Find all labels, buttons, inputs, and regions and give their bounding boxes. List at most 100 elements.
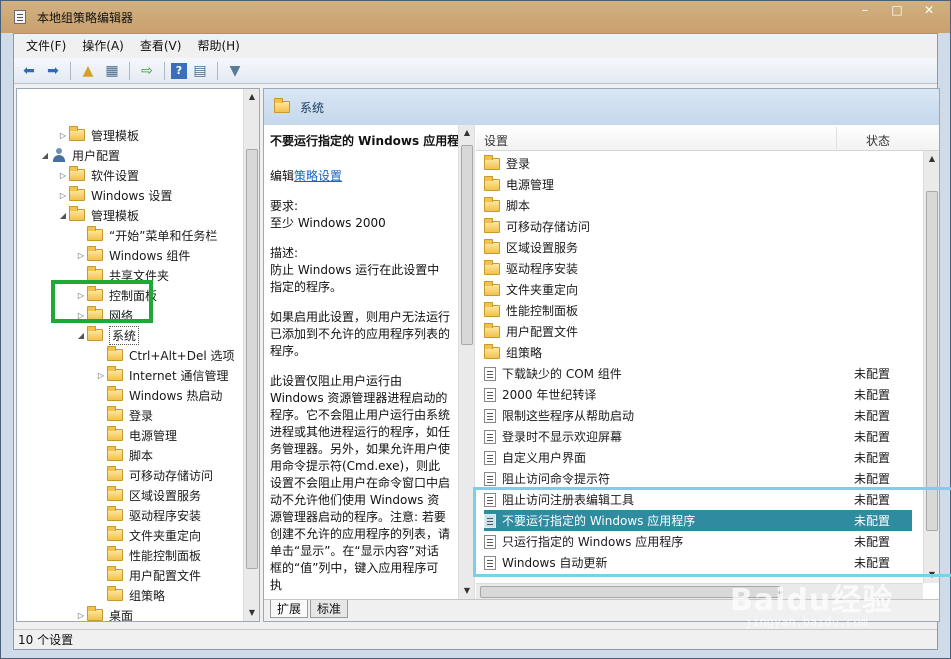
tree-item[interactable]: 组策略: [95, 585, 165, 605]
export-list-icon[interactable]: ⇨: [136, 61, 158, 81]
tree-item[interactable]: 电源管理: [95, 425, 177, 445]
folder-row[interactable]: 驱动程序安装: [484, 258, 912, 279]
policy-setting-icon: [484, 471, 496, 486]
description: 描述: 防止 Windows 运行在此设置中指定的程序。: [270, 245, 450, 296]
expand-arrow-icon[interactable]: ▷: [95, 371, 107, 380]
folder-icon: [484, 175, 500, 191]
expand-arrow-icon[interactable]: ◢: [75, 331, 87, 340]
column-divider[interactable]: [836, 127, 837, 149]
filter-icon[interactable]: ▼: [224, 61, 246, 81]
scroll-up-icon[interactable]: ▲: [459, 125, 474, 141]
folder-icon: [69, 126, 85, 141]
title-bar[interactable]: 本地组策略编辑器 – □ ✕: [1, 1, 950, 33]
row-name: 登录时不显示欢迎屏幕: [502, 430, 623, 444]
setting-row[interactable]: 登录时不显示欢迎屏幕 未配置: [484, 426, 912, 447]
tab-standard[interactable]: 标准: [310, 600, 349, 618]
row-name: 用户配置文件: [506, 325, 579, 339]
expand-arrow-icon[interactable]: ▷: [57, 131, 69, 140]
tree-item[interactable]: ▷ 桌面: [75, 605, 133, 621]
tree-item[interactable]: “开始”菜单和任务栏: [75, 225, 217, 245]
row-name: 阻止访问命令提示符: [502, 472, 611, 486]
menu-help[interactable]: 帮助(H): [189, 34, 247, 58]
tree-scroll-thumb[interactable]: [246, 149, 258, 569]
tree-item[interactable]: ◢ 系统: [75, 325, 140, 345]
tree-item[interactable]: 驱动程序安装: [95, 505, 201, 525]
column-setting[interactable]: 设置: [484, 132, 508, 149]
tree-pane: ▷ 管理模板 ◢ 用户配置 ▷ 软件设置 ▷ Windows 设置 ◢ 管理模板 “开始”菜单和任务…: [16, 88, 260, 622]
setting-row[interactable]: 2000 年世纪转译 未配置: [484, 384, 912, 405]
setting-row[interactable]: 自定义用户界面 未配置: [484, 447, 912, 468]
tree-item[interactable]: ◢ 用户配置: [39, 145, 120, 165]
tree-item[interactable]: ▷ Windows 设置: [57, 185, 172, 205]
minimize-button[interactable]: –: [852, 1, 878, 19]
tree-item[interactable]: 区域设置服务: [95, 485, 201, 505]
expand-arrow-icon[interactable]: ◢: [39, 151, 51, 160]
window-title: 本地组策略编辑器: [37, 11, 134, 25]
up-folder-icon[interactable]: ▲: [77, 61, 99, 81]
folder-icon: [484, 196, 500, 212]
setting-row[interactable]: 下载缺少的 COM 组件 未配置: [484, 363, 912, 384]
list-scroll-thumb[interactable]: [926, 191, 938, 531]
folder-row[interactable]: 登录: [484, 153, 912, 174]
folder-row[interactable]: 可移动存储访问: [484, 216, 912, 237]
folder-row[interactable]: 区域设置服务: [484, 237, 912, 258]
policy-setting-icon: [484, 387, 496, 402]
tree-item[interactable]: 用户配置文件: [95, 565, 201, 585]
maximize-button[interactable]: □: [884, 1, 910, 19]
tree-item[interactable]: 文件夹重定向: [95, 525, 201, 545]
setting-row[interactable]: 限制这些程序从帮助启动 未配置: [484, 405, 912, 426]
tree-item[interactable]: Windows 热启动: [95, 385, 222, 405]
tree-item[interactable]: ▷ 管理模板: [57, 125, 139, 145]
tree-item[interactable]: Ctrl+Alt+Del 选项: [95, 345, 234, 365]
row-state: 未配置: [854, 451, 891, 465]
tree-item-label: 电源管理: [129, 428, 178, 443]
tree-item-label: 软件设置: [91, 168, 140, 183]
expand-arrow-icon[interactable]: ▷: [57, 191, 69, 200]
show-hide-tree-icon[interactable]: ▦: [101, 61, 123, 81]
menu-view[interactable]: 查看(V): [132, 34, 190, 58]
setting-row[interactable]: 阻止访问命令提示符 未配置: [484, 468, 912, 489]
folder-row[interactable]: 脚本: [484, 195, 912, 216]
expand-arrow-icon[interactable]: ◢: [57, 211, 69, 220]
tree-item-label: 组策略: [129, 588, 166, 603]
row-name: 驱动程序安装: [506, 262, 579, 276]
tab-extended[interactable]: 扩展: [270, 600, 309, 618]
expand-arrow-icon[interactable]: ▷: [57, 171, 69, 180]
scroll-up-icon[interactable]: ▲: [924, 151, 939, 167]
description-scroll-thumb[interactable]: [461, 145, 473, 345]
expand-arrow-icon[interactable]: ▷: [75, 251, 87, 260]
help-icon[interactable]: ?: [171, 62, 187, 79]
tree-vertical-scrollbar[interactable]: ▲ ▼: [243, 89, 259, 621]
menu-action[interactable]: 操作(A): [74, 34, 132, 58]
tree-item-label: 性能控制面板: [129, 548, 202, 563]
tree-item-label: Internet 通信管理: [129, 368, 229, 383]
folder-row[interactable]: 组策略: [484, 342, 912, 363]
folder-row[interactable]: 性能控制面板: [484, 300, 912, 321]
tree-item[interactable]: 性能控制面板: [95, 545, 201, 565]
folder-row[interactable]: 用户配置文件: [484, 321, 912, 342]
back-icon[interactable]: ⬅: [18, 61, 40, 81]
folder-icon: [87, 326, 103, 341]
tree-item[interactable]: ▷ Internet 通信管理: [95, 365, 228, 385]
tree-item[interactable]: 可移动存储访问: [95, 465, 213, 485]
properties-icon[interactable]: ▤: [189, 61, 211, 81]
tree-item[interactable]: 登录: [95, 405, 153, 425]
tree-item[interactable]: ◢ 管理模板: [57, 205, 139, 225]
expand-arrow-icon[interactable]: ▷: [75, 611, 87, 620]
tree-item[interactable]: 脚本: [95, 445, 153, 465]
window-controls: – □ ✕: [852, 1, 942, 21]
scroll-down-icon[interactable]: ▼: [244, 605, 259, 621]
menu-file[interactable]: 文件(F): [18, 34, 74, 58]
close-button[interactable]: ✕: [916, 1, 942, 19]
folder-row[interactable]: 电源管理: [484, 174, 912, 195]
tree-item[interactable]: ▷ Windows 组件: [75, 245, 190, 265]
folder-row[interactable]: 文件夹重定向: [484, 279, 912, 300]
folder-icon: [87, 246, 103, 261]
edit-policy-link[interactable]: 策略设置: [294, 169, 342, 183]
column-state[interactable]: 状态: [866, 132, 890, 149]
scroll-down-icon[interactable]: ▼: [459, 583, 474, 599]
forward-icon[interactable]: ➡: [42, 61, 64, 81]
tree-item[interactable]: ▷ 软件设置: [57, 165, 139, 185]
scroll-up-icon[interactable]: ▲: [244, 89, 259, 105]
description-vertical-scrollbar[interactable]: ▲ ▼: [458, 125, 474, 599]
